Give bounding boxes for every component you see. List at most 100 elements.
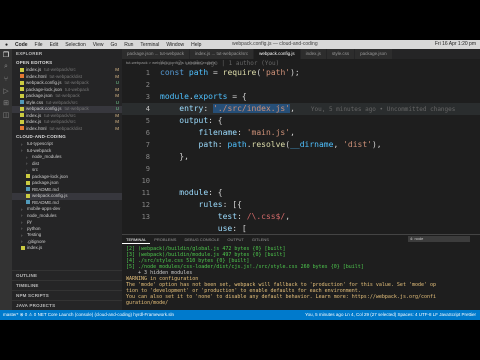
- open-editor-name: webpack.config.js: [26, 80, 62, 85]
- code-line: 7 path: path.resolve(__dirname, 'dist'),: [145, 140, 382, 149]
- status-left[interactable]: master* ⊗ 0 ⚠ 0 NET Core Launch (console…: [3, 310, 174, 320]
- menu-terminal[interactable]: Terminal: [140, 42, 159, 48]
- search-icon[interactable]: ⌕: [0, 61, 12, 73]
- menu-file[interactable]: File: [35, 42, 43, 48]
- open-editor-name: webpack.config.js: [26, 106, 62, 111]
- file-icon: [26, 180, 30, 185]
- open-editor-name: package.json: [26, 93, 53, 98]
- code-line-current: 4 entry: './src/index.js', You, 5 minutes…: [122, 103, 480, 115]
- open-editor-path: tut-webpack/src: [44, 119, 76, 124]
- editor-tab[interactable]: index.js: [300, 49, 327, 59]
- js-file-icon: [20, 100, 24, 105]
- tree-item-name: python: [27, 225, 41, 231]
- tab-debug-console[interactable]: DEBUG CONSOLE: [180, 235, 223, 244]
- tree-item-name: README.md: [32, 186, 59, 192]
- file-icon: [21, 245, 25, 250]
- menu-help[interactable]: Help: [191, 42, 201, 48]
- editor-group: package.json ... tut-webpack index.js ...…: [122, 49, 480, 234]
- editor-tab[interactable]: package.json ... tut-webpack: [122, 49, 191, 59]
- workspace-header[interactable]: CLOUD-AND-CODING: [12, 132, 122, 141]
- menubar-clock[interactable]: Fri 16 Apr 1:20 pm: [435, 40, 476, 49]
- panel-tabs: TERMINAL PROBLEMS DEBUG CONSOLE OUTPUT G…: [122, 235, 273, 244]
- menu-code[interactable]: Code: [15, 42, 28, 48]
- chevron-right-icon: ›: [21, 206, 23, 212]
- editor-tab[interactable]: package.json: [355, 49, 393, 59]
- menu-run[interactable]: Run: [124, 42, 133, 48]
- tree-item[interactable]: index.js: [12, 245, 122, 252]
- terminal-line: guration/mode/: [126, 300, 169, 306]
- chevron-right-icon: ›: [21, 239, 23, 245]
- open-editor-path: tut-webpack: [65, 86, 90, 92]
- chevron-right-icon: ›: [26, 154, 28, 160]
- terminal-line: You can also set it to 'none' to disable…: [126, 294, 437, 300]
- open-editor-path: tut-webpack/src: [46, 99, 78, 105]
- chevron-right-icon: ›: [26, 167, 28, 173]
- tree-item-name: tut-typescript: [27, 141, 53, 146]
- open-editor-path: tut-webpack: [64, 80, 89, 85]
- code-line: 9: [145, 165, 150, 173]
- sidebar-section-npm-scripts[interactable]: NPM SCRIPTS: [12, 290, 122, 300]
- sidebar-section-java-projects[interactable]: JAVA PROJECTS: [12, 300, 122, 310]
- code-line: 10: [141, 177, 150, 185]
- tree-item-name: tut-webpack: [27, 147, 52, 153]
- run-icon[interactable]: ▷: [0, 85, 12, 97]
- status-right[interactable]: You, 5 minutes ago Ln 4, Col 29 (27 sele…: [305, 310, 476, 320]
- open-editor-name: index.js: [26, 119, 42, 124]
- open-editor-path: tut-webpack/dist: [49, 73, 83, 79]
- menu-go[interactable]: Go: [111, 42, 118, 48]
- js-file-icon: [20, 67, 24, 72]
- sidebar-section-timeline[interactable]: TIMELINE: [12, 280, 122, 290]
- js-file-icon: [20, 126, 24, 131]
- file-icon: [26, 187, 30, 192]
- file-icon: [26, 200, 30, 205]
- chevron-right-icon: ›: [21, 148, 23, 154]
- menu-window[interactable]: Window: [166, 42, 184, 48]
- open-editor-path: tut-webpack/src: [44, 67, 76, 72]
- tab-terminal[interactable]: TERMINAL: [122, 235, 151, 244]
- tab-problems[interactable]: PROBLEMS: [150, 235, 180, 244]
- tree-item-name: README.md: [32, 199, 59, 205]
- chevron-right-icon: ›: [21, 232, 23, 238]
- open-editors-header[interactable]: OPEN EDITORS: [12, 58, 122, 67]
- menu-selection[interactable]: Selection: [65, 42, 86, 48]
- menu-edit[interactable]: Edit: [50, 42, 59, 48]
- code-area[interactable]: 0You, 2 weeks ago | 1 author (You) 1cons…: [122, 60, 480, 234]
- tree-item-name: webpack.config.js: [32, 193, 68, 198]
- file-icon: [26, 193, 30, 198]
- code-line: 8 },: [145, 152, 189, 161]
- apple-menu-icon[interactable]: ●: [5, 42, 8, 48]
- bottom-panel: TERMINAL PROBLEMS DEBUG CONSOLE OUTPUT G…: [122, 234, 480, 311]
- editor-tab[interactable]: index.js ... tut-webpack/src: [190, 49, 255, 59]
- code-line: 11 module: {: [141, 188, 223, 197]
- extensions-icon[interactable]: ⊞: [0, 97, 12, 109]
- status-bar: master* ⊗ 0 ⚠ 0 NET Core Launch (console…: [0, 310, 480, 320]
- tree-item-name: py: [27, 219, 32, 224]
- files-icon[interactable]: ❐: [0, 49, 12, 61]
- tree-item-name: package.json: [32, 180, 59, 185]
- open-editor-item[interactable]: index.html tut-webpack/dist M: [12, 126, 122, 133]
- terminal-select[interactable]: 4: node: [408, 236, 470, 242]
- source-control-icon[interactable]: ⑂: [0, 73, 12, 85]
- tab-gitlens[interactable]: GITLENS: [248, 235, 273, 244]
- tree-item-name: src: [32, 167, 38, 172]
- js-file-icon: [20, 87, 24, 92]
- blame-codelens[interactable]: 0You, 2 weeks ago | 1 author (You): [122, 59, 480, 67]
- code-line: 12 rules: [{: [141, 200, 242, 209]
- editor-tab[interactable]: style.css: [326, 49, 356, 59]
- tree-item-name: index.js: [27, 245, 43, 250]
- code-line: 5 output: {: [145, 116, 223, 125]
- menu-view[interactable]: View: [93, 42, 104, 48]
- tree-item-name: node_modules: [27, 212, 57, 218]
- sidebar-section-outline[interactable]: OUTLINE: [12, 270, 122, 280]
- editor-tab[interactable]: webpack.config.js: [254, 49, 301, 59]
- tree-item-name: node_modules: [32, 154, 62, 159]
- tree-item-name: mobile-apps-dev: [27, 206, 61, 211]
- terminal-output[interactable]: [2] (webpack)/buildin/global.js 472 byte…: [126, 246, 476, 310]
- chevron-right-icon: ›: [21, 213, 23, 219]
- remote-icon[interactable]: ◫: [0, 109, 12, 121]
- tree-item-name: .gitignore: [27, 238, 46, 244]
- open-editor-name: index.js: [26, 112, 42, 118]
- tab-output[interactable]: OUTPUT: [223, 235, 247, 244]
- js-file-icon: [20, 93, 24, 98]
- tree-item-name: dist: [32, 160, 40, 166]
